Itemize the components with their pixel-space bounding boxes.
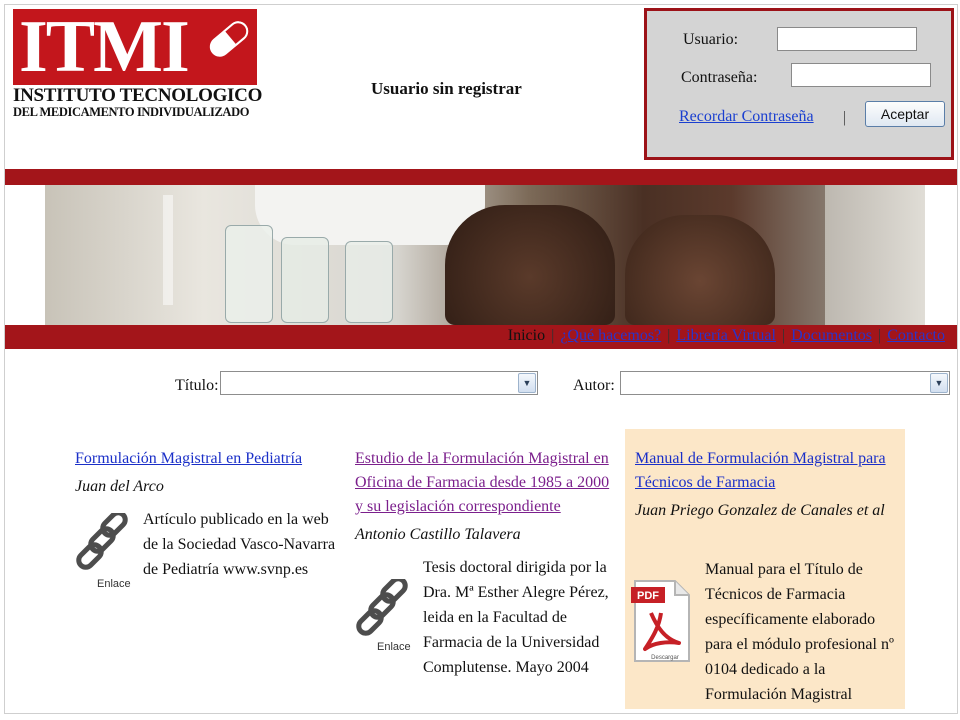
item-description: Manual para el Título de Técnicos de Far… xyxy=(705,561,894,703)
username-input[interactable] xyxy=(777,27,917,51)
link-type-label: Enlace xyxy=(97,578,131,590)
glass-jar-3 xyxy=(345,241,393,323)
item-title-link[interactable]: Estudio de la Formulación Magistral en O… xyxy=(355,447,621,519)
accept-button[interactable]: Aceptar xyxy=(865,101,945,127)
library-item: Formulación Magistral en Pediatría Juan … xyxy=(75,429,343,709)
item-title-link[interactable]: Manual de Formulación Magistral para Téc… xyxy=(635,447,901,495)
username-label: Usuario: xyxy=(683,31,739,48)
item-description: Artículo publicado en la web de la Socie… xyxy=(143,511,336,578)
nav-separator: | xyxy=(667,327,671,344)
author-filter-label: Autor: xyxy=(573,377,615,394)
nav-item-que-hacemos[interactable]: ¿Qué hacemos? xyxy=(560,327,661,344)
author-filter-select[interactable]: ▼ xyxy=(620,371,950,395)
chevron-down-icon[interactable]: ▼ xyxy=(518,373,536,393)
nav-item-libreria-virtual[interactable]: Librería Virtual xyxy=(676,327,776,344)
item-description: Tesis doctoral dirigida por la Dra. Mª E… xyxy=(423,559,609,676)
title-filter-label: Título: xyxy=(175,377,219,394)
glass-jar-1 xyxy=(225,225,273,323)
laboratory-banner-image xyxy=(45,185,925,325)
login-panel: Usuario: Contraseña: Recordar Contraseña… xyxy=(644,8,954,160)
nav-separator: | xyxy=(878,327,882,344)
nav-separator: | xyxy=(551,327,555,344)
library-item: Estudio de la Formulación Magistral en O… xyxy=(355,429,623,709)
chain-link-icon[interactable] xyxy=(75,513,135,577)
nav-item-documentos[interactable]: Documentos xyxy=(791,327,872,344)
nav-item-inicio[interactable]: Inicio xyxy=(508,327,545,344)
svg-text:PDF: PDF xyxy=(637,590,659,602)
pdf-download-icon[interactable]: PDF Descargar xyxy=(631,579,693,663)
download-label: Descargar xyxy=(651,655,679,661)
item-author: Antonio Castillo Talavera xyxy=(355,526,521,543)
user-status: Usuario sin registrar xyxy=(371,79,522,98)
logo-main-text: ITMI xyxy=(19,6,190,88)
password-input[interactable] xyxy=(791,63,931,87)
password-label: Contraseña: xyxy=(681,69,758,86)
item-author: Juan del Arco xyxy=(75,478,164,495)
logo-subtitle-1: INSTITUTO TECNOLOGICO xyxy=(13,85,263,106)
lab-coat-shape xyxy=(255,185,485,245)
main-nav: Inicio | ¿Qué hacemos? | Librería Virtual | Do… xyxy=(508,327,945,345)
login-separator: | xyxy=(843,109,847,126)
top-red-bar xyxy=(5,169,957,185)
dark-bottle-2 xyxy=(625,215,775,325)
chevron-down-icon[interactable]: ▼ xyxy=(930,373,948,393)
chain-link-icon[interactable] xyxy=(355,579,415,643)
library-item-highlighted: Manual de Formulación Magistral para Téc… xyxy=(625,429,905,709)
itmi-logo[interactable]: ITMI INSTITUTO TECNOLOGICO DEL MEDICAMEN… xyxy=(13,6,263,119)
right-wall xyxy=(825,185,925,325)
glass-jar-2 xyxy=(281,237,329,323)
item-author: Juan Priego Gonzalez de Canales et al xyxy=(635,502,885,519)
remember-password-link[interactable]: Recordar Contraseña xyxy=(679,108,814,126)
funnel-stem xyxy=(163,195,173,305)
title-filter-select[interactable]: ▼ xyxy=(220,371,538,395)
logo-subtitle-2: DEL MEDICAMENTO INDIVIDUALIZADO xyxy=(13,105,250,119)
link-type-label: Enlace xyxy=(377,641,411,653)
nav-separator: | xyxy=(781,327,786,344)
item-title-link[interactable]: Formulación Magistral en Pediatría xyxy=(75,447,302,471)
page-frame: ITMI INSTITUTO TECNOLOGICO DEL MEDICAMEN… xyxy=(4,4,958,714)
nav-item-contacto[interactable]: Contacto xyxy=(887,327,945,344)
dark-bottle-1 xyxy=(445,205,615,325)
